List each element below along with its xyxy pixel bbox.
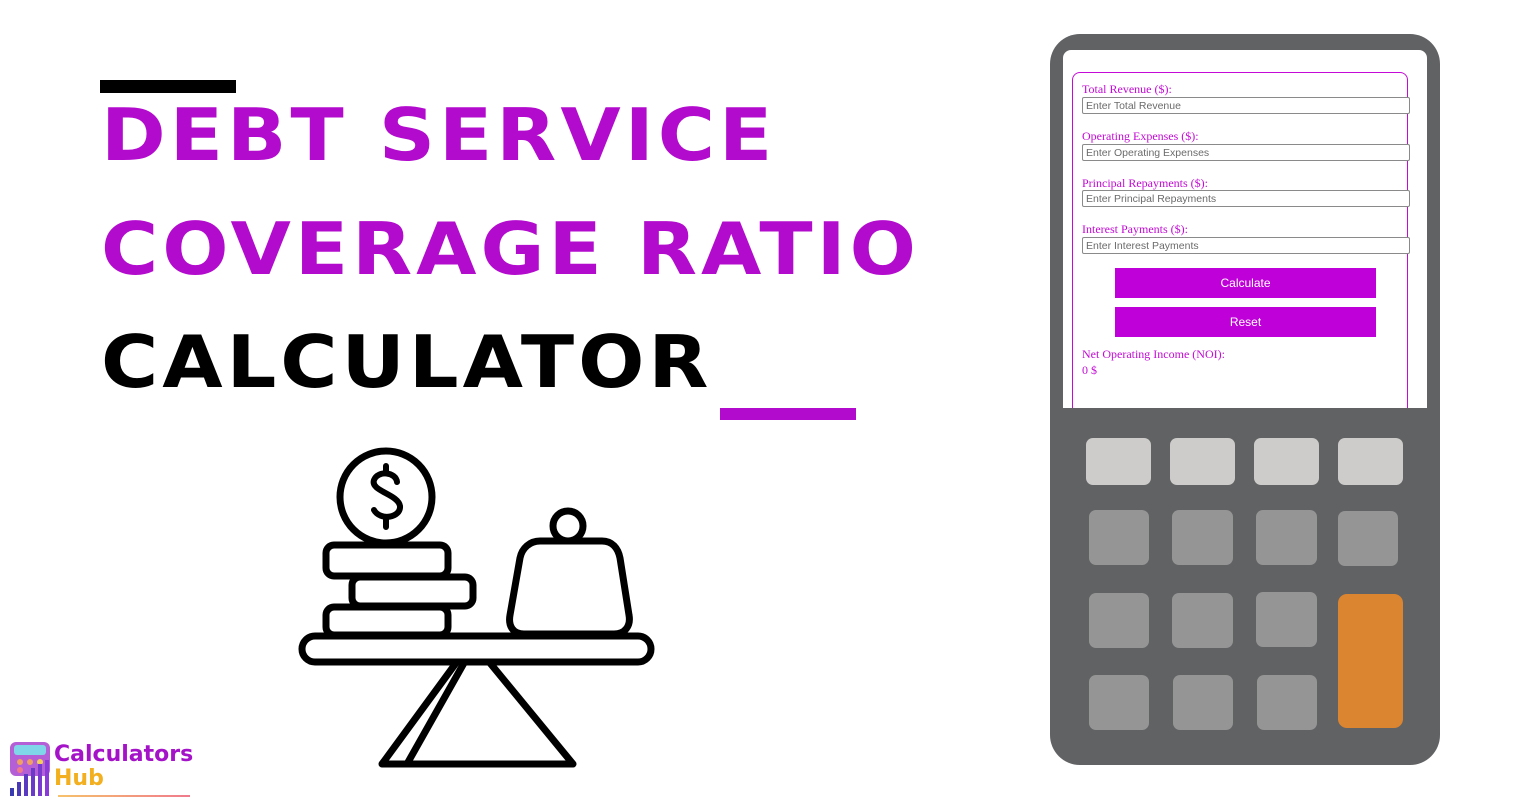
interest-payments-label: Interest Payments ($): <box>1082 222 1188 236</box>
calculate-button[interactable]: Calculate <box>1115 268 1376 298</box>
weight-icon <box>506 537 633 638</box>
decorative-underline <box>720 408 856 420</box>
logo-text-hub: Hub <box>54 766 104 791</box>
page-title-line-2: COVERAGE RATIO <box>101 208 920 292</box>
calculator-equals-key <box>1338 594 1403 728</box>
calculator-key <box>1089 510 1149 565</box>
calculator-key <box>1089 593 1149 648</box>
coin-stack-bottom <box>322 603 452 639</box>
calculator-key <box>1173 675 1233 730</box>
logo-text-calculators: Calculators <box>54 742 194 767</box>
dollar-sign-icon <box>370 463 403 530</box>
principal-repayments-input[interactable] <box>1082 190 1410 207</box>
weight-ring-icon <box>549 507 587 545</box>
calculator-key <box>1089 675 1149 730</box>
calculator-key <box>1257 675 1317 730</box>
coin-icon <box>336 447 436 547</box>
noi-result-value: 0 $ <box>1082 363 1097 377</box>
calculator-key <box>1256 592 1317 647</box>
scale-plank <box>298 632 655 666</box>
coin-stack-middle <box>348 573 477 610</box>
calculator-key <box>1256 510 1317 565</box>
calculator-key <box>1338 511 1398 566</box>
interest-payments-input[interactable] <box>1082 237 1410 254</box>
calculator-key <box>1170 438 1235 485</box>
total-revenue-input[interactable] <box>1082 97 1410 114</box>
coin-stack-top <box>322 541 452 580</box>
decorative-bar-top <box>100 80 236 93</box>
operating-expenses-label: Operating Expenses ($): <box>1082 129 1199 143</box>
calculator-key <box>1172 593 1233 648</box>
calculator-form: Total Revenue ($): Operating Expenses ($… <box>1072 72 1410 408</box>
calculator-key <box>1086 438 1151 485</box>
page-title-line-3: CALCULATOR <box>101 321 713 405</box>
noi-result-label: Net Operating Income (NOI): <box>1082 347 1225 361</box>
page-title-line-1: DEBT SERVICE <box>101 94 777 178</box>
total-revenue-label: Total Revenue ($): <box>1082 82 1172 96</box>
reset-button[interactable]: Reset <box>1115 307 1376 337</box>
logo-underline <box>58 795 190 797</box>
calculator-screen: Total Revenue ($): Operating Expenses ($… <box>1063 50 1427 408</box>
calculator-key <box>1338 438 1403 485</box>
operating-expenses-input[interactable] <box>1082 144 1410 161</box>
principal-repayments-label: Principal Repayments ($): <box>1082 176 1208 190</box>
scale-fulcrum <box>378 659 577 768</box>
calculator-key <box>1254 438 1319 485</box>
calculator-key <box>1172 510 1233 565</box>
